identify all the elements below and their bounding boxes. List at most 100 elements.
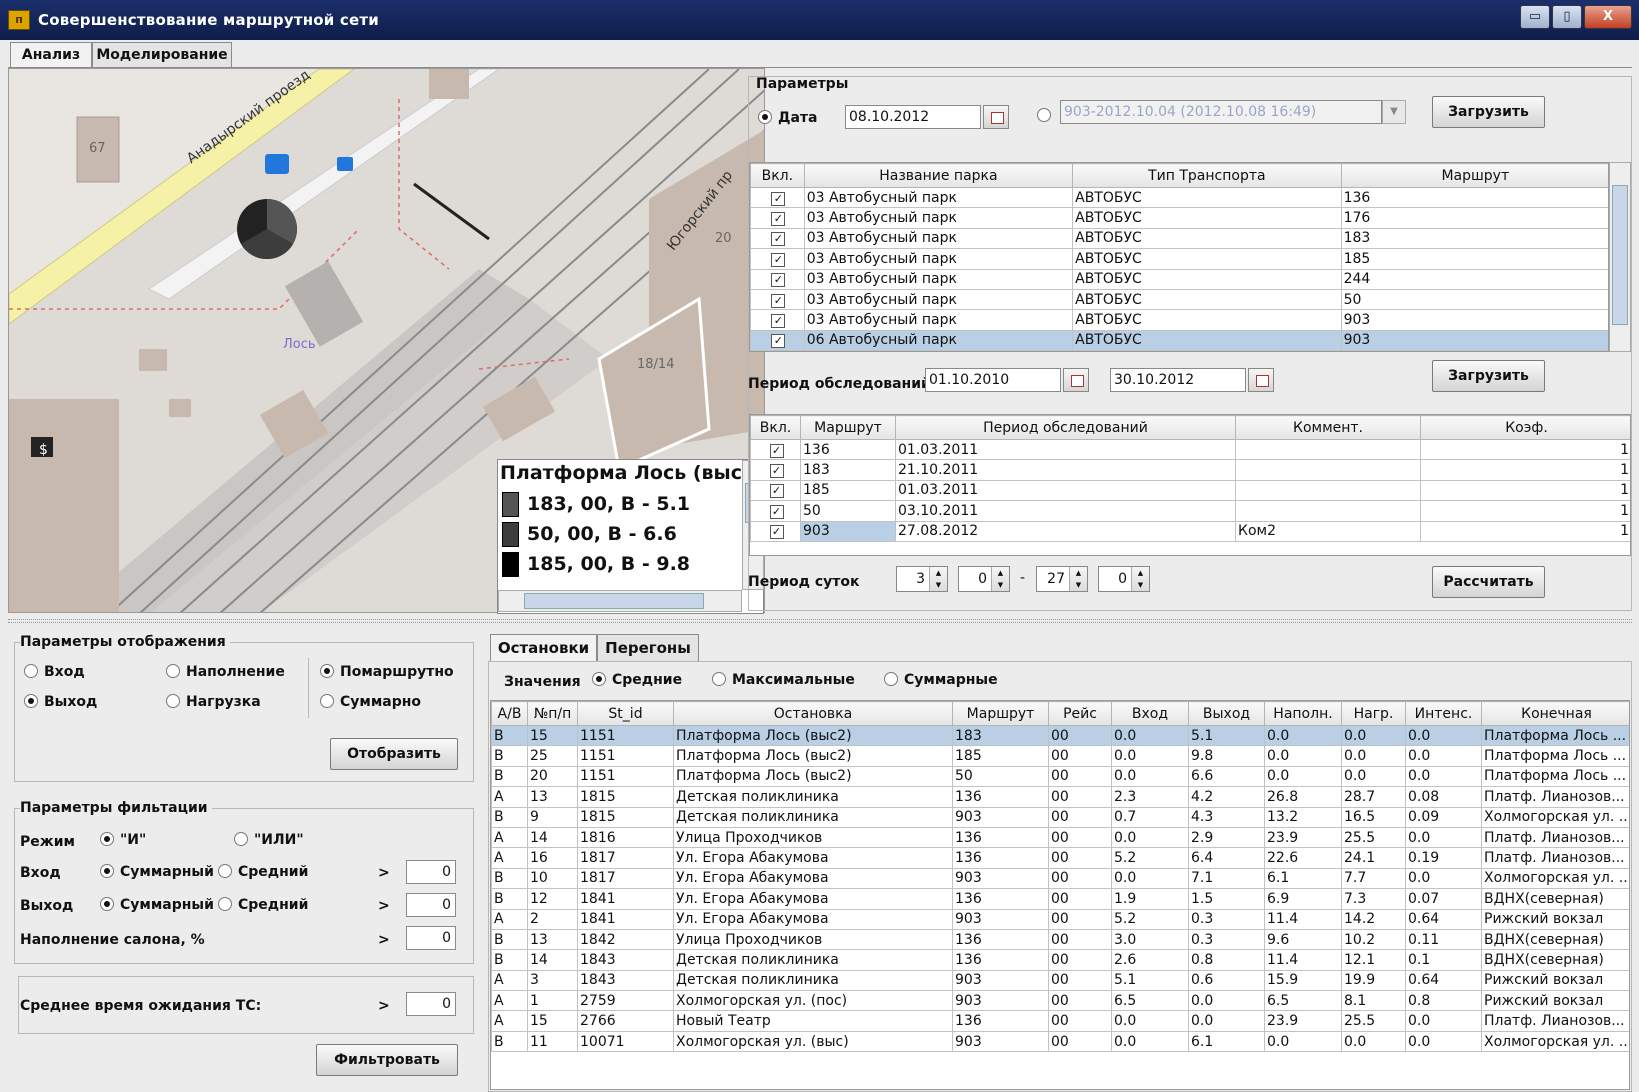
table-row[interactable]: B 9 1815 Детская поликлиника 903 00 0.7 4.3 13.2… — [491, 806, 1629, 828]
table-row[interactable]: ✓ 03 Автобусный парк АВТОБУС 176 — [750, 207, 1608, 229]
load-button[interactable]: Загрузить — [1432, 96, 1545, 128]
spinner-arrows[interactable]: ▲ ▼ — [1069, 567, 1087, 591]
table-row[interactable]: ✓ 03 Автобусный парк АВТОБУС 903 — [750, 309, 1608, 331]
checkbox[interactable]: ✓ — [771, 252, 786, 267]
col-trip[interactable]: Рейс — [1048, 701, 1112, 726]
col-route[interactable]: Маршрут — [1340, 163, 1608, 188]
fill-threshold-field[interactable]: 0 — [406, 926, 456, 950]
cell-enabled[interactable]: ✓ — [750, 479, 801, 502]
table-row[interactable]: A 15 2766 Новый Театр 136 00 0.0 0.0 23.9 25.5 0.0… — [491, 1010, 1629, 1032]
calendar-icon[interactable] — [1248, 368, 1274, 392]
table-row[interactable]: ✓ 03 Автобусный парк АВТОБУС 136 — [750, 186, 1608, 209]
hour-from-spinner[interactable]: 3 ▲ ▼ — [896, 566, 948, 592]
parks-table-scrollbar[interactable] — [1609, 162, 1631, 352]
calendar-icon[interactable] — [1063, 368, 1089, 392]
table-row[interactable]: ✓ 903 27.08.2012 Ком2 1 — [750, 520, 1630, 542]
table-row[interactable]: ✓ 185 01.03.2011 1 — [750, 479, 1630, 502]
table-row[interactable]: A 14 1816 Улица Проходчиков 136 00 0.0 2.9 23.9 2… — [491, 826, 1629, 849]
spinner-arrows[interactable]: ▲ ▼ — [991, 567, 1009, 591]
minimize-button[interactable]: ▭ — [1520, 5, 1550, 29]
table-row[interactable]: B 13 1842 Улица Проходчиков 136 00 3.0 0.3 9.6 10… — [491, 928, 1629, 951]
radio-by-route[interactable]: Помаршрутно — [320, 664, 454, 680]
table-row[interactable]: B 10 1817 Ул. Егора Абакумова 903 00 0.0 7.1 6.1… — [491, 867, 1629, 890]
radio-sum[interactable]: Суммарные — [884, 672, 998, 688]
table-row[interactable]: B 11 10071 Холмогорская ул. (выс) 903 00 0.0 6.… — [491, 1030, 1629, 1053]
table-row[interactable]: ✓ 06 Автобусный парк АВТОБУС 903 — [750, 329, 1608, 351]
cell-enabled[interactable]: ✓ — [750, 520, 801, 542]
table-row[interactable]: A 13 1815 Детская поликлиника 136 00 2.3 4.2 26.… — [491, 786, 1629, 808]
col-ab[interactable]: A/B — [491, 701, 528, 726]
dataset-radio[interactable] — [1037, 108, 1057, 124]
col-terminal[interactable]: Конечная — [1481, 701, 1629, 726]
checkbox[interactable]: ✓ — [771, 212, 786, 227]
table-row[interactable]: A 16 1817 Ул. Егора Абакумова 136 00 5.2 6.4 22.… — [491, 847, 1629, 869]
radio-total[interactable]: Суммарно — [320, 694, 421, 710]
table-row[interactable]: A 1 2759 Холмогорская ул. (пос) 903 00 6.5 0.0 6… — [491, 990, 1629, 1012]
calculate-button[interactable]: Рассчитать — [1432, 566, 1545, 598]
table-row[interactable]: A 3 1843 Детская поликлиника 903 00 5.1 0.6 15.9… — [491, 969, 1629, 992]
wait-threshold-field[interactable]: 0 — [406, 992, 456, 1016]
date-radio[interactable]: Дата — [758, 110, 817, 126]
col-intensity[interactable]: Интенс. — [1405, 701, 1482, 726]
minute-from-spinner[interactable]: 0 ▲ ▼ — [958, 566, 1010, 592]
table-row[interactable]: ✓ 03 Автобусный парк АВТОБУС 183 — [750, 227, 1608, 250]
checkbox[interactable]: ✓ — [771, 314, 786, 329]
tab-segments[interactable]: Перегоны — [597, 634, 699, 662]
table-row[interactable]: B 12 1841 Ул. Егора Абакумова 136 00 1.9 1.5 6.9… — [491, 888, 1629, 910]
cell-enabled[interactable]: ✓ — [750, 207, 805, 229]
table-row[interactable]: ✓ 50 03.10.2011 1 — [750, 500, 1630, 522]
popup-horizontal-scrollbar[interactable] — [498, 590, 742, 612]
maximize-button[interactable]: ▯ — [1552, 5, 1582, 29]
survey-to-field[interactable]: 30.10.2012 — [1110, 368, 1246, 392]
radio-or[interactable]: "ИЛИ" — [234, 832, 304, 848]
radio-load[interactable]: Нагрузка — [166, 694, 261, 710]
col-enabled[interactable]: Вкл. — [750, 415, 801, 440]
radio-out-avg[interactable]: Средний — [218, 897, 308, 913]
cell-enabled[interactable]: ✓ — [750, 186, 805, 209]
col-load[interactable]: Нагр. — [1341, 701, 1406, 726]
radio-in[interactable]: Вход — [24, 664, 85, 680]
tab-analysis[interactable]: Анализ — [10, 42, 92, 68]
scroll-thumb[interactable] — [1612, 185, 1628, 325]
radio-max[interactable]: Максимальные — [712, 672, 855, 688]
col-transport-type[interactable]: Тип Транспорта — [1072, 163, 1342, 188]
checkbox[interactable]: ✓ — [771, 293, 786, 308]
col-comment[interactable]: Коммент. — [1235, 415, 1421, 440]
cell-enabled[interactable]: ✓ — [750, 500, 801, 522]
table-row[interactable]: ✓ 03 Автобусный парк АВТОБУС 244 — [750, 268, 1608, 290]
radio-in-avg[interactable]: Средний — [218, 864, 308, 880]
col-route[interactable]: Маршрут — [800, 415, 896, 440]
spinner-arrows[interactable]: ▲ ▼ — [929, 567, 947, 591]
load-surveys-button[interactable]: Загрузить — [1432, 360, 1545, 392]
cell-enabled[interactable]: ✓ — [750, 248, 805, 270]
table-row[interactable]: ✓ 03 Автобусный парк АВТОБУС 50 — [750, 288, 1608, 311]
radio-avg[interactable]: Средние — [592, 672, 682, 688]
checkbox[interactable]: ✓ — [769, 504, 784, 519]
checkbox[interactable]: ✓ — [769, 525, 784, 540]
in-threshold-field[interactable]: 0 — [406, 860, 456, 884]
checkbox[interactable]: ✓ — [771, 273, 786, 288]
col-survey-period[interactable]: Период обследований — [895, 415, 1236, 440]
cell-enabled[interactable]: ✓ — [750, 329, 805, 351]
dataset-select[interactable]: 903-2012.10.04 (2012.10.08 16:49) — [1060, 100, 1382, 124]
hour-to-spinner[interactable]: 27 ▲ ▼ — [1036, 566, 1088, 592]
table-row[interactable]: B 25 1151 Платформа Лось (выс2) 185 00 0.0 9.8 0… — [491, 745, 1629, 767]
checkbox[interactable]: ✓ — [771, 191, 786, 206]
col-fill[interactable]: Наполн. — [1264, 701, 1342, 726]
col-in[interactable]: Вход — [1111, 701, 1189, 726]
table-row[interactable]: B 14 1843 Детская поликлиника 136 00 2.6 0.8 11.… — [491, 949, 1629, 971]
checkbox[interactable]: ✓ — [769, 484, 784, 499]
radio-out[interactable]: Выход — [24, 694, 97, 710]
survey-from-field[interactable]: 01.10.2010 — [925, 368, 1061, 392]
split-divider[interactable] — [8, 619, 1632, 623]
col-out[interactable]: Выход — [1188, 701, 1265, 726]
table-row[interactable]: ✓ 136 01.03.2011 1 — [750, 438, 1630, 461]
table-row[interactable]: B 20 1151 Платформа Лось (выс2) 50 00 0.0 6.6 0.… — [491, 765, 1629, 788]
show-button[interactable]: Отобразить — [330, 738, 458, 770]
cell-enabled[interactable]: ✓ — [750, 227, 805, 250]
col-coef[interactable]: Коэф. — [1420, 415, 1630, 440]
calendar-icon[interactable] — [983, 105, 1009, 129]
checkbox[interactable]: ✓ — [771, 232, 786, 247]
col-route[interactable]: Маршрут — [952, 701, 1049, 726]
cell-enabled[interactable]: ✓ — [750, 288, 805, 311]
